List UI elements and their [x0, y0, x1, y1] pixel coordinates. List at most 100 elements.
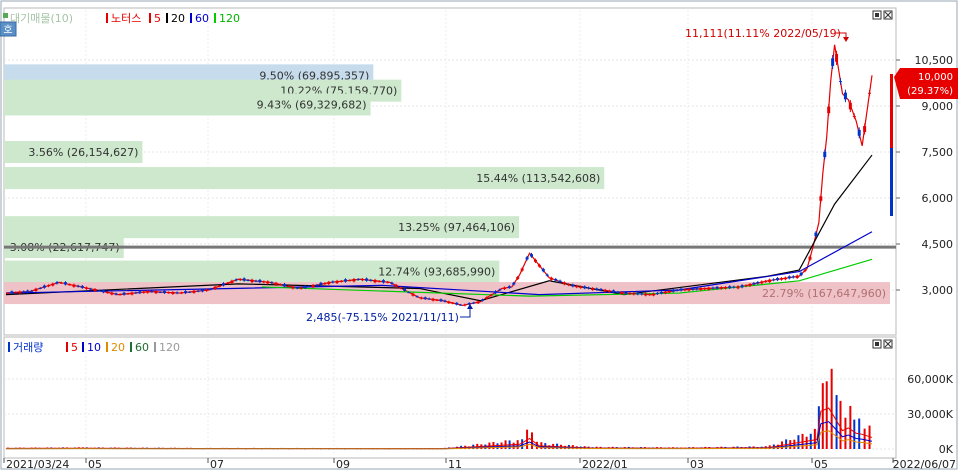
candle-body: [63, 282, 67, 285]
volume-legend-ma60: 60: [135, 341, 149, 354]
candle-body: [667, 291, 671, 293]
candle-body: [6, 292, 10, 294]
legend-ma5: 5: [154, 12, 161, 25]
candle-body: [93, 288, 97, 292]
candle-body: [80, 285, 84, 288]
candle-body: [30, 290, 34, 292]
candle-body: [703, 288, 707, 290]
candle-body: [130, 292, 134, 295]
ma60-swatch-icon: [190, 13, 192, 23]
candle-body: [768, 279, 772, 282]
candle-body: [760, 281, 764, 284]
volume-bar: [813, 428, 816, 449]
chart-canvas: 9.50% (69,895,357)10.22% (75,159,770)9.4…: [0, 0, 958, 471]
candle-body: [339, 281, 343, 283]
legend-ma60: 60: [195, 12, 209, 25]
candle-body: [711, 287, 715, 289]
candle-body: [188, 291, 192, 293]
candle-body: [744, 285, 748, 287]
candle-body: [369, 279, 373, 281]
candle-body: [752, 282, 756, 285]
candle-body: [217, 286, 221, 288]
volume-legend-ma20: 20: [111, 341, 125, 354]
current-change-label: (29.37%): [907, 86, 953, 97]
candle-body: [779, 278, 783, 280]
low-annotation-label: 2,485(-75.15% 2021/11/11): [306, 311, 459, 324]
volume-tick-label: 30,000K: [907, 408, 953, 421]
volume-bar: [830, 368, 833, 449]
volume-profile-label: 22.79% (167,647,960): [762, 287, 886, 300]
candle-body: [868, 92, 872, 94]
candle-body: [776, 278, 780, 281]
volume-legend-ma10: 10: [87, 341, 101, 354]
candle-body: [679, 288, 683, 291]
candle-body: [835, 54, 839, 62]
candle-body: [831, 58, 835, 66]
volume-legend-ma120: 120: [159, 341, 180, 354]
volume-panel-minimize-button[interactable]: [872, 339, 882, 349]
candle-body: [356, 279, 360, 281]
vma5-swatch-icon: [66, 342, 68, 352]
indicator-toggle-button[interactable]: 호: [0, 21, 17, 37]
candle-body: [463, 304, 467, 306]
volume-legend-ma5: 5: [71, 341, 78, 354]
candle-up-icon: [106, 13, 108, 23]
price-tick-label: 10,500: [915, 54, 954, 67]
volume-profile-label: 3.56% (26,154,627): [28, 146, 138, 159]
candle-body: [814, 232, 818, 237]
vma20-swatch-icon: [106, 342, 108, 352]
candle-body: [158, 292, 162, 294]
volume-panel-close-button[interactable]: [883, 339, 893, 349]
price-legend[interactable]: 대기매물(10) 노터스 5 20 60 120: [3, 12, 240, 25]
volume-legend-title: 거래량: [13, 341, 43, 354]
candle-body: [110, 292, 114, 295]
candle-body: [655, 292, 659, 295]
candle-body: [213, 286, 217, 290]
price-tick-label: 6,000: [922, 192, 954, 205]
candle-body: [632, 293, 636, 295]
candle-body: [772, 279, 776, 281]
price-tick-label: 3,000: [922, 284, 954, 297]
candle-body: [443, 300, 447, 302]
x-tick-label: 05: [88, 458, 102, 470]
candle-body: [419, 297, 423, 299]
ma5-swatch-icon: [149, 13, 151, 23]
candle-body: [719, 287, 723, 289]
candle-body: [545, 274, 549, 276]
candle-body: [571, 284, 575, 287]
candle-body: [455, 302, 459, 305]
ma120-swatch-icon: [214, 13, 216, 23]
candle-body: [14, 292, 18, 294]
candle-body: [230, 280, 234, 283]
candle-body: [51, 283, 55, 286]
candle-body: [612, 290, 616, 293]
candle-body: [599, 288, 603, 291]
candle-body: [76, 285, 80, 287]
price-panel-minimize-button[interactable]: [872, 10, 882, 20]
candle-body: [34, 288, 38, 291]
volume-profile-label: 15.44% (113,542,608): [476, 172, 600, 185]
candle-body: [732, 286, 736, 288]
candle-body: [274, 282, 278, 286]
candle-body: [530, 254, 534, 257]
candle-body: [196, 290, 200, 292]
x-tick-label: 2021/03/24: [6, 458, 69, 470]
candle-body: [607, 290, 611, 292]
candle-body: [162, 290, 166, 294]
candle-body: [10, 291, 14, 294]
candle-body: [114, 293, 118, 295]
candle-body: [648, 294, 652, 296]
candle-body: [134, 292, 138, 294]
candle-body: [192, 290, 196, 293]
x-tick-label: 07: [210, 458, 224, 470]
candle-body: [502, 287, 506, 290]
candle-body: [307, 286, 311, 288]
candle-body: [200, 289, 204, 292]
price-panel-close-button[interactable]: [883, 10, 893, 20]
candle-body: [435, 299, 439, 301]
candle-body: [493, 291, 497, 294]
candle-body: [246, 280, 250, 282]
candle-body: [319, 282, 323, 286]
candle-body: [226, 282, 230, 284]
candle-body: [848, 102, 852, 110]
